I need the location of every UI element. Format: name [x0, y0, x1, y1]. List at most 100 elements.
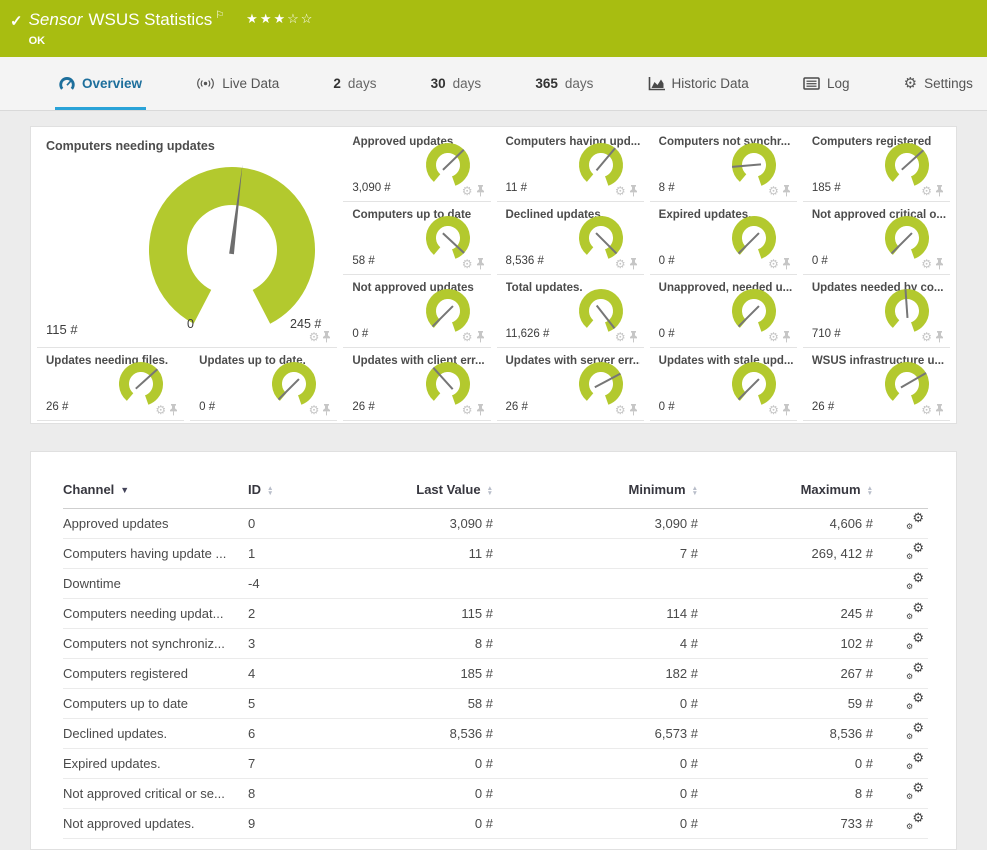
gear-icon[interactable]: ⚙ — [768, 258, 779, 270]
tab-overview[interactable]: Overview — [55, 57, 146, 110]
gear-icon[interactable]: ⚙ — [768, 331, 779, 343]
cell-id: 2 — [248, 599, 353, 629]
tab-historic-data[interactable]: Historic Data — [644, 57, 753, 110]
gear-icon[interactable]: ⚙ — [615, 258, 626, 270]
channel-gauge-cell[interactable]: Updates needing files.26 #⚙ — [37, 348, 184, 421]
tab-log[interactable]: Log — [799, 57, 854, 110]
channel-gauge-cell[interactable]: Unapproved, needed u...0 #⚙ — [650, 275, 797, 348]
cell-min: 0 # — [493, 689, 698, 719]
tab-live-data[interactable]: Live Data — [192, 57, 283, 110]
channel-gauge-cell[interactable]: Computers registered185 #⚙ — [803, 129, 950, 202]
star-filled-icon[interactable]: ★ — [273, 11, 287, 26]
channel-settings-gears-icon[interactable]: ⚙⚙ — [906, 694, 924, 710]
channel-gauge-cell[interactable]: Not approved critical o...0 #⚙ — [803, 202, 950, 275]
star-filled-icon[interactable]: ★ — [246, 11, 260, 26]
column-header-minimum[interactable]: Minimum▲▼ — [493, 474, 698, 509]
gear-icon[interactable]: ⚙ — [462, 331, 473, 343]
cell-channel: Expired updates. — [63, 749, 248, 779]
pin-icon[interactable] — [935, 185, 944, 197]
pin-icon[interactable] — [782, 258, 791, 270]
star-filled-icon[interactable]: ★ — [260, 11, 274, 26]
channel-settings-gears-icon[interactable]: ⚙⚙ — [906, 514, 924, 530]
tab-2-days[interactable]: 2days — [329, 57, 380, 110]
column-header-maximum[interactable]: Maximum▲▼ — [698, 474, 873, 509]
tab-settings[interactable]: ⚙Settings — [900, 57, 977, 110]
pin-icon[interactable] — [935, 404, 944, 416]
channel-gauge-cell[interactable]: Computers not synchr...8 #⚙ — [650, 129, 797, 202]
tab-30-days[interactable]: 30days — [427, 57, 486, 110]
channel-gauge-cell[interactable]: Computers having upd...11 #⚙ — [497, 129, 644, 202]
pin-icon[interactable] — [629, 185, 638, 197]
channel-settings-gears-icon[interactable]: ⚙⚙ — [906, 664, 924, 680]
cell-max: 269, 412 # — [698, 539, 873, 569]
pin-icon[interactable] — [476, 331, 485, 343]
channel-settings-gears-icon[interactable]: ⚙⚙ — [906, 814, 924, 830]
cell-last: 3,090 # — [353, 509, 493, 539]
gear-icon[interactable]: ⚙ — [768, 185, 779, 197]
channel-gauge-cell[interactable]: Not approved updates0 #⚙ — [343, 275, 490, 348]
column-header-channel[interactable]: Channel▼ — [63, 474, 248, 509]
channel-gauge-cell[interactable]: Declined updates.8,536 #⚙ — [497, 202, 644, 275]
pin-icon[interactable] — [629, 331, 638, 343]
pin-icon[interactable] — [782, 185, 791, 197]
column-header-last-value[interactable]: Last Value▲▼ — [353, 474, 493, 509]
channel-settings-gears-icon[interactable]: ⚙⚙ — [906, 724, 924, 740]
cell-channel: Computers needing updat... — [63, 599, 248, 629]
tab-label: Live Data — [222, 76, 279, 91]
channel-settings-gears-icon[interactable]: ⚙⚙ — [906, 574, 924, 590]
pin-icon[interactable] — [322, 331, 331, 343]
pin-icon[interactable] — [476, 258, 485, 270]
priority-stars[interactable]: ★★★☆☆ — [246, 9, 314, 28]
gear-icon[interactable]: ⚙ — [615, 185, 626, 197]
cell-last: 11 # — [353, 539, 493, 569]
gear-icon[interactable]: ⚙ — [309, 331, 320, 343]
pin-icon[interactable] — [629, 404, 638, 416]
channel-settings-gears-icon[interactable]: ⚙⚙ — [906, 544, 924, 560]
channel-settings-gears-icon[interactable]: ⚙⚙ — [906, 754, 924, 770]
gear-icon[interactable]: ⚙ — [462, 185, 473, 197]
pin-icon[interactable] — [935, 331, 944, 343]
pin-icon[interactable] — [629, 258, 638, 270]
column-header-id[interactable]: ID▲▼ — [248, 474, 353, 509]
pin-icon[interactable] — [782, 331, 791, 343]
gear-icon[interactable]: ⚙ — [615, 331, 626, 343]
gear-icon[interactable]: ⚙ — [462, 404, 473, 416]
gear-icon[interactable]: ⚙ — [768, 404, 779, 416]
pin-icon[interactable] — [935, 258, 944, 270]
star-empty-icon[interactable]: ☆ — [301, 11, 315, 26]
cell-max: 4,606 # — [698, 509, 873, 539]
gear-icon[interactable]: ⚙ — [615, 404, 626, 416]
channel-gauge-cell[interactable]: Expired updates.0 #⚙ — [650, 202, 797, 275]
channel-gauge-cell[interactable]: WSUS infrastructure u...26 #⚙ — [803, 348, 950, 421]
gear-icon[interactable]: ⚙ — [921, 404, 932, 416]
channel-gauge-cell[interactable]: Total updates.11,626 #⚙ — [497, 275, 644, 348]
star-empty-icon[interactable]: ☆ — [287, 11, 301, 26]
gear-icon[interactable]: ⚙ — [309, 404, 320, 416]
gear-icon[interactable]: ⚙ — [462, 258, 473, 270]
pin-icon[interactable] — [782, 404, 791, 416]
pin-icon[interactable] — [476, 404, 485, 416]
channel-gauge-cell[interactable]: Updates with server err...26 #⚙ — [497, 348, 644, 421]
tab-365-days[interactable]: 365days — [531, 57, 597, 110]
gear-icon[interactable]: ⚙ — [921, 185, 932, 197]
sort-toggle-icon: ▲▼ — [267, 486, 273, 496]
channel-gauge-cell[interactable]: Updates with stale upd...0 #⚙ — [650, 348, 797, 421]
channel-gauge-cell[interactable]: Updates needed by co...710 #⚙ — [803, 275, 950, 348]
pin-icon[interactable] — [169, 404, 178, 416]
gear-icon[interactable]: ⚙ — [921, 331, 932, 343]
channel-settings-gears-icon[interactable]: ⚙⚙ — [906, 634, 924, 650]
channel-settings-gears-icon[interactable]: ⚙⚙ — [906, 784, 924, 800]
pin-icon[interactable] — [322, 404, 331, 416]
channel-gauge-cell[interactable]: Updates up to date.0 #⚙ — [190, 348, 337, 421]
primary-channel-gauge-cell[interactable]: Computers needing updates 0 245 # 115 # … — [37, 129, 337, 348]
tab-label: Settings — [924, 76, 973, 91]
live-icon — [196, 77, 215, 90]
channel-gauge-cell[interactable]: Approved updates3,090 #⚙ — [343, 129, 490, 202]
pin-icon[interactable] — [476, 185, 485, 197]
channel-gauge-cell[interactable]: Computers up to date58 #⚙ — [343, 202, 490, 275]
gear-icon[interactable]: ⚙ — [921, 258, 932, 270]
channel-gauge-cell[interactable]: Updates with client err...26 #⚙ — [343, 348, 490, 421]
cell-min: 0 # — [493, 749, 698, 779]
gear-icon[interactable]: ⚙ — [155, 404, 166, 416]
channel-settings-gears-icon[interactable]: ⚙⚙ — [906, 604, 924, 620]
